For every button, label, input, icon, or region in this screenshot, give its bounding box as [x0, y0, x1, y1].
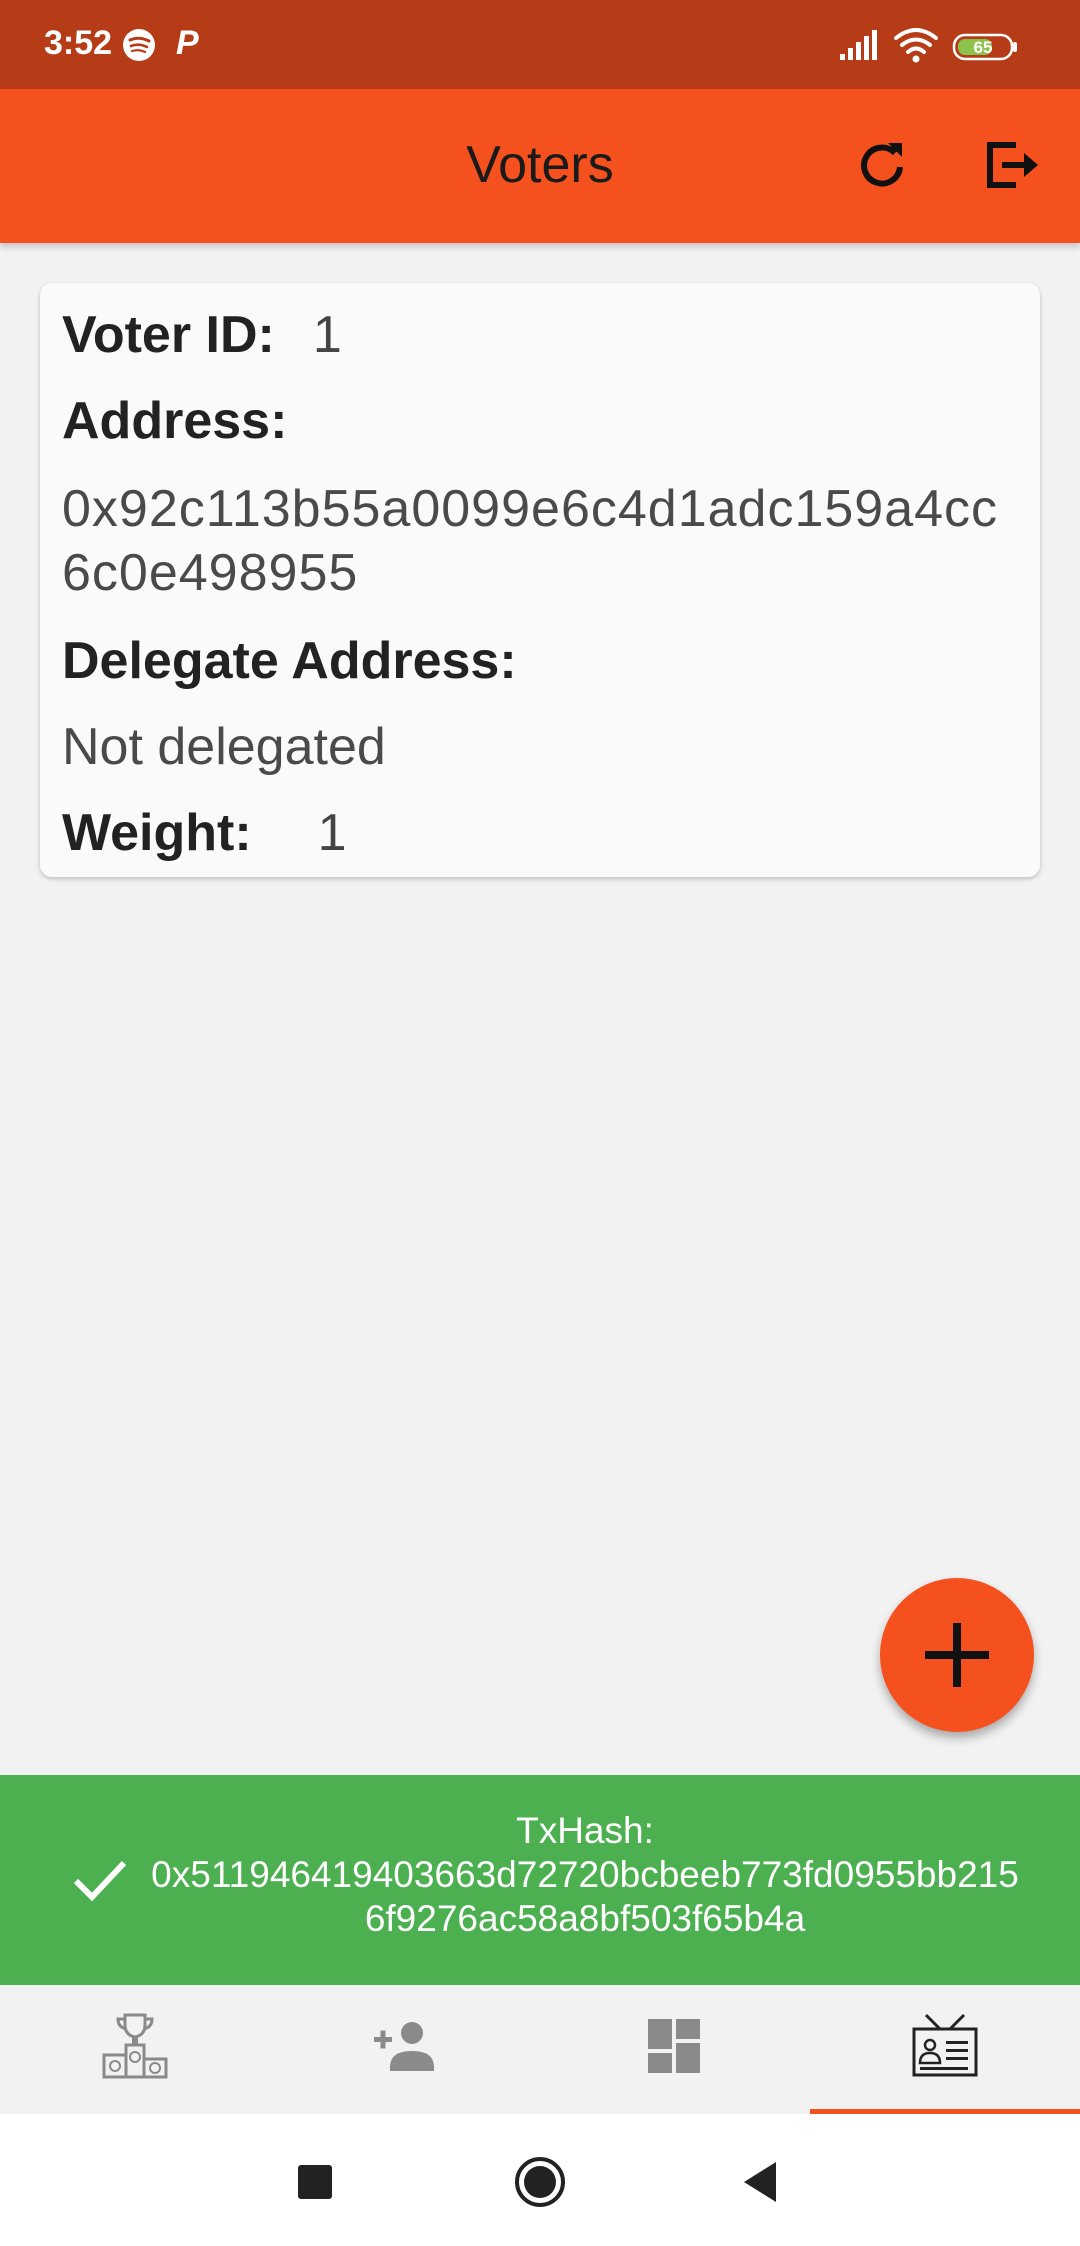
nav-item-add-voter[interactable]	[270, 1985, 540, 2114]
nav-item-results[interactable]	[0, 1985, 270, 2114]
delegate-address-label: Delegate Address:	[62, 632, 517, 690]
check-icon	[73, 1860, 127, 1902]
voter-id-label: Voter ID:	[62, 306, 275, 364]
logout-icon[interactable]	[980, 133, 1044, 197]
delegate-address-value: Not delegated	[62, 718, 386, 776]
signal-icon	[840, 30, 877, 60]
add-person-icon	[374, 2022, 434, 2071]
address-value: 0x92c113b55a0099e6c4d1adc159a4cc6c0e4989…	[62, 480, 999, 602]
recents-icon[interactable]	[298, 2165, 332, 2199]
dashboard-icon	[648, 2019, 700, 2073]
weight-value: 1	[317, 804, 347, 862]
app-bar: Voters	[0, 89, 1080, 243]
nav-item-voters[interactable]	[810, 1985, 1080, 2114]
p-icon: P	[176, 24, 199, 62]
snackbar-title: TxHash:	[516, 1810, 654, 1851]
voter-card-icon	[912, 2013, 978, 2077]
weight-label: Weight:	[62, 804, 252, 862]
spotify-icon	[123, 29, 155, 61]
podium-icon	[102, 2013, 168, 2079]
add-voter-button[interactable]	[880, 1578, 1034, 1732]
back-icon[interactable]	[740, 2160, 780, 2204]
voter-id-row: Voter ID: 1	[62, 305, 1020, 391]
tx-snackbar: TxHash: 0x511946419403663d72720bcbeeb773…	[0, 1775, 1080, 1985]
bottom-nav	[0, 1985, 1080, 2114]
wifi-icon	[894, 28, 938, 63]
address-label: Address:	[62, 392, 288, 450]
voter-id-value: 1	[312, 306, 342, 364]
home-icon[interactable]	[514, 2156, 566, 2208]
weight-row: Weight: 1	[62, 803, 1020, 863]
system-nav-bar	[0, 2114, 1080, 2246]
status-time: 3:52	[44, 24, 113, 62]
snackbar-hash: 0x511946419403663d72720bcbeeb773fd0955bb…	[151, 1854, 1019, 1939]
voter-card: Voter ID: 1 Address: 0x92c113b55a0099e6c…	[40, 283, 1040, 877]
page-title: Voters	[466, 136, 614, 194]
nav-item-dashboard[interactable]	[540, 1985, 810, 2114]
status-bar: 3:52 P 65	[0, 0, 1080, 89]
battery-level: 65	[974, 38, 993, 57]
plus-icon	[925, 1623, 989, 1687]
battery-icon: 65	[952, 33, 1017, 61]
refresh-icon[interactable]	[850, 133, 914, 197]
